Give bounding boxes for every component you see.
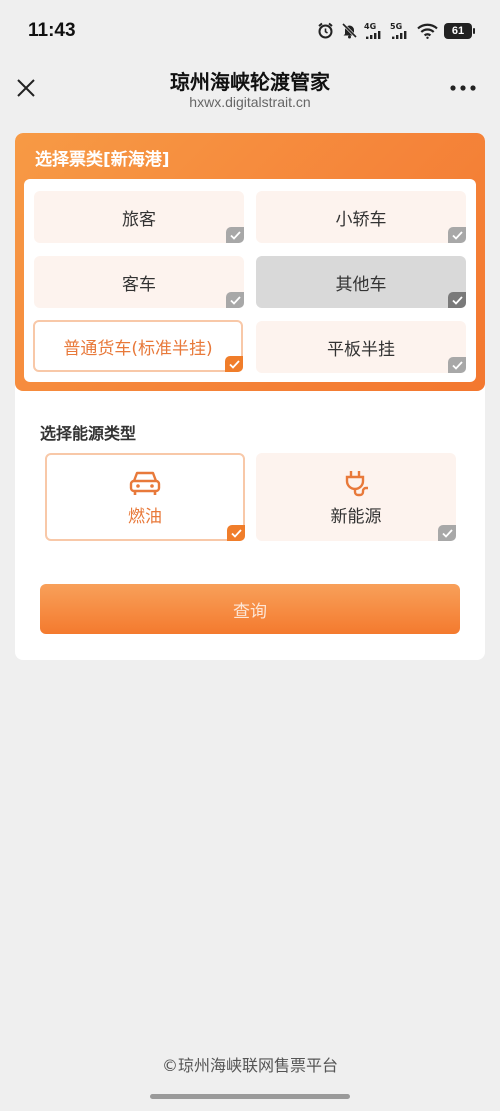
check-icon — [226, 227, 244, 243]
check-icon — [227, 525, 245, 541]
page-url: hxwx.digitalstrait.cn — [189, 94, 311, 110]
query-button[interactable]: 查询 — [40, 584, 460, 634]
ticket-option-label: 平板半挂 — [327, 339, 395, 360]
more-icon — [450, 85, 476, 91]
status-bar: 11:43 4G 5G 61 — [0, 0, 500, 62]
alarm-icon — [316, 22, 334, 39]
ticket-type-section: 选择票类[新海港] 旅客 小轿车 客车 其他车 普通货车(标准半挂) 平板半挂 — [15, 133, 485, 391]
energy-option-label: 燃油 — [128, 506, 162, 527]
page-title: 琼州海峡轮渡管家 — [170, 70, 330, 94]
energy-option-fuel[interactable]: 燃油 — [45, 453, 245, 541]
ticket-option-flatbed[interactable]: 平板半挂 — [256, 321, 466, 373]
check-icon — [448, 357, 466, 373]
ticket-option-truck[interactable]: 普通货车(标准半挂) — [33, 320, 243, 372]
ticket-option-label: 其他车 — [335, 274, 387, 295]
ticket-option-label: 普通货车(标准半挂) — [63, 338, 213, 359]
home-indicator[interactable] — [150, 1094, 350, 1099]
nav-header: 琼州海峡轮渡管家 hxwx.digitalstrait.cn — [0, 62, 500, 122]
ticket-option-label: 小轿车 — [335, 209, 387, 230]
ticket-options-panel: 旅客 小轿车 客车 其他车 普通货车(标准半挂) 平板半挂 — [24, 179, 476, 382]
mute-icon — [340, 22, 358, 39]
status-time: 11:43 — [28, 20, 76, 41]
energy-option-new-energy[interactable]: 新能源 — [256, 453, 456, 541]
ticket-option-label: 客车 — [122, 274, 156, 295]
plug-icon — [338, 468, 374, 498]
car-icon — [127, 468, 163, 498]
wifi-icon — [416, 23, 438, 39]
battery-icon: 61 — [444, 23, 475, 39]
status-icons: 4G 5G 61 — [316, 22, 475, 39]
more-button[interactable] — [448, 74, 478, 102]
main-card: 选择票类[新海港] 旅客 小轿车 客车 其他车 普通货车(标准半挂) 平板半挂 … — [15, 133, 485, 660]
footer-copyright: ©琼州海峡联网售票平台 — [161, 1056, 338, 1075]
signal-5g-icon: 5G — [390, 23, 410, 39]
ticket-option-bus[interactable]: 客车 — [34, 256, 244, 308]
ticket-option-car[interactable]: 小轿车 — [256, 191, 466, 243]
signal-4g-icon: 4G — [364, 23, 384, 39]
check-icon — [438, 525, 456, 541]
check-icon — [225, 356, 243, 372]
ticket-option-passenger[interactable]: 旅客 — [34, 191, 244, 243]
ticket-option-other-vehicle[interactable]: 其他车 — [256, 256, 466, 308]
energy-option-label: 新能源 — [330, 506, 382, 527]
check-icon — [226, 292, 244, 308]
energy-type-title: 选择能源类型 — [40, 424, 137, 443]
check-icon — [448, 227, 466, 243]
check-icon — [448, 292, 466, 308]
ticket-option-label: 旅客 — [122, 209, 156, 230]
ticket-type-title: 选择票类[新海港] — [35, 150, 170, 170]
